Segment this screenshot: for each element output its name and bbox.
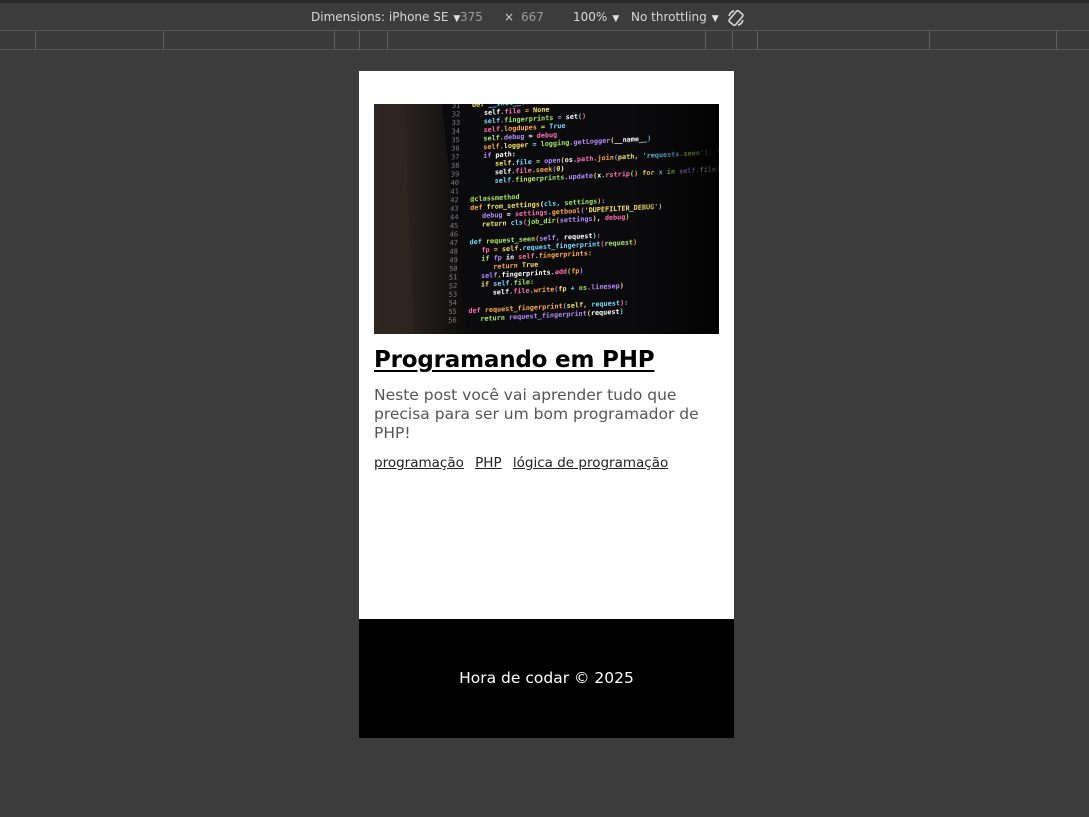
media-query-marker[interactable] <box>334 31 335 50</box>
caret-down-icon: ▼ <box>612 14 620 24</box>
throttling-dropdown[interactable]: No throttling ▼ <box>631 9 719 27</box>
post-tags: programação PHP lógica de programação <box>374 455 719 471</box>
media-query-bar[interactable] <box>0 30 1089 50</box>
code-screen-image: 31def __init__(self, path=None, debug=Fa… <box>374 104 719 334</box>
media-query-marker[interactable] <box>1056 31 1057 50</box>
device-dimensions-dropdown[interactable]: Dimensions: iPhone SE ▼ <box>311 9 460 27</box>
device-toolbar: Dimensions: iPhone SE ▼ 375 × 667 100% ▼ N… <box>0 0 1089 30</box>
tag-link[interactable]: PHP <box>475 455 501 471</box>
caret-down-icon: ▼ <box>711 14 719 24</box>
media-query-marker[interactable] <box>757 31 758 50</box>
zoom-label: 100% <box>573 10 608 24</box>
tag-link[interactable]: programação <box>374 455 464 471</box>
previous-post-tags-clipped <box>374 71 614 73</box>
post-title-link[interactable]: Programando em PHP <box>374 347 655 373</box>
site-footer: Hora de codar © 2025 <box>359 619 734 738</box>
media-query-marker[interactable] <box>387 31 388 50</box>
media-query-marker[interactable] <box>359 31 360 50</box>
device-dimensions-label: Dimensions: iPhone SE <box>311 10 449 24</box>
media-query-marker[interactable] <box>929 31 930 50</box>
zoom-dropdown[interactable]: 100% ▼ <box>573 9 619 27</box>
throttling-label: No throttling <box>631 10 707 24</box>
post-excerpt: Neste post você vai aprender tudo que pr… <box>374 386 699 442</box>
device-viewport: 31def __init__(self, path=None, debug=Fa… <box>359 71 734 738</box>
footer-copyright: Hora de codar © 2025 <box>459 669 634 687</box>
media-query-marker[interactable] <box>35 31 36 50</box>
tag-link[interactable]: lógica de programação <box>513 455 668 471</box>
rotate-icon[interactable] <box>726 8 746 28</box>
width-input[interactable]: 375 <box>460 9 483 25</box>
media-query-marker[interactable] <box>732 31 733 50</box>
times-separator: × <box>504 10 515 24</box>
post-image[interactable]: 31def __init__(self, path=None, debug=Fa… <box>374 104 719 334</box>
media-query-marker[interactable] <box>705 31 706 50</box>
height-input[interactable]: 667 <box>521 9 544 25</box>
media-query-marker[interactable] <box>163 31 164 50</box>
